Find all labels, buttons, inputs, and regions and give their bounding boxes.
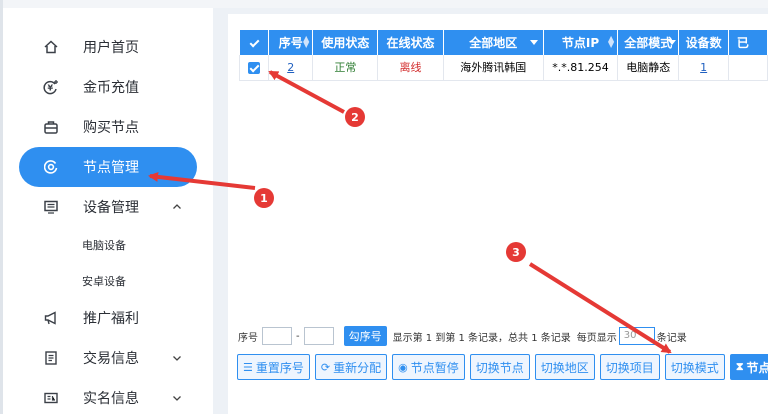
sort-icon: ▲ ▼ (607, 34, 615, 49)
node-pause-button[interactable]: ◉ 节点暂停 (392, 354, 465, 380)
list-icon: ☰ (243, 360, 253, 374)
row-use-status: 正常 (312, 55, 379, 81)
switch-mode-button[interactable]: 切换模式 (664, 354, 725, 380)
sidebar-item-real-name[interactable]: 实名信息 (19, 378, 197, 414)
action-toolbar: ☰ 重置序号 ⟳ 重新分配 ◉ 节点暂停 切换节点 切换地区 切换项目 切换模式… (237, 354, 768, 380)
sidebar-subitem-pc-device[interactable]: 电脑设备 (82, 237, 126, 253)
per-page-select[interactable]: 30 (618, 327, 655, 345)
sidebar-item-label: 金币充值 (83, 80, 139, 96)
seq-start-input[interactable] (262, 327, 292, 345)
page-summary: 显示第 1 到第 1 条记录，总共 1 条记录 (392, 332, 571, 344)
monitor-icon (43, 199, 59, 215)
sidebar-item-node-manage[interactable]: 节点管理 (19, 147, 197, 187)
row-checkbox[interactable] (248, 61, 261, 74)
switch-node-button[interactable]: 切换节点 (469, 354, 530, 380)
header-region-filter[interactable]: 全部地区 (443, 30, 544, 55)
sidebar-item-label: 交易信息 (83, 351, 139, 367)
sidebar-item-promotion[interactable]: 推广福利 (19, 298, 197, 338)
sidebar: 用户首页 ¥ 金币充值 购买节点 节点管理 设备管理 电脑设备 安卓设备 推广福… (3, 8, 213, 414)
refresh-icon: ⟳ (320, 360, 331, 374)
row-ip: *.*.81.254 (542, 55, 619, 81)
sort-icon: ▲ ▼ (303, 34, 310, 49)
sidebar-subitem-android-device[interactable]: 安卓设备 (82, 273, 126, 289)
target-icon (43, 159, 59, 175)
sidebar-item-label: 设备管理 (83, 200, 139, 216)
check-seq-button[interactable]: 勾序号 (343, 326, 387, 346)
reassign-button[interactable]: ⟳ 重新分配 (314, 354, 388, 380)
bag-icon (43, 119, 59, 135)
chevron-down-icon[interactable] (169, 390, 185, 406)
coin-icon: ¥ (43, 79, 59, 95)
sidebar-item-transactions[interactable]: 交易信息 (19, 338, 197, 378)
switch-project-button[interactable]: 切换项目 (599, 354, 660, 380)
svg-text:¥: ¥ (48, 84, 54, 93)
row-region: 海外腾讯韩国 (442, 55, 544, 81)
sidebar-item-label: 用户首页 (83, 40, 139, 56)
dropdown-caret-icon (529, 40, 538, 45)
document-icon (43, 350, 59, 366)
reset-index-button[interactable]: ☰ 重置序号 (237, 354, 310, 380)
sidebar-item-label: 实名信息 (83, 391, 139, 407)
main-content: 序号 ▲ ▼ 使用状态 在线状态 全部地区 节点IP ▲ ▼ 全部模式 设备数 已 2 … (228, 14, 768, 414)
sidebar-item-recharge[interactable]: ¥ 金币充值 (19, 67, 197, 107)
header-mode-filter[interactable]: 全部模式 (617, 30, 680, 55)
sidebar-item-label: 节点管理 (83, 160, 139, 176)
header-online-status[interactable]: 在线状态 (377, 30, 444, 55)
chevron-down-icon[interactable] (169, 350, 185, 366)
header-use-status[interactable]: 使用状态 (312, 30, 379, 55)
table-row: 2 正常 离线 海外腾讯韩国 *.*.81.254 电脑静态 1 (238, 55, 768, 81)
row-select-cell[interactable] (238, 55, 270, 81)
seq-label: 序号 (238, 332, 258, 344)
node-action-button[interactable]: ⧗ 节点 (729, 354, 768, 380)
records-suffix: 条记录 (656, 332, 687, 344)
seq-dash: - (296, 330, 300, 342)
table-header-row: 序号 ▲ ▼ 使用状态 在线状态 全部地区 节点IP ▲ ▼ 全部模式 设备数 已 (239, 30, 768, 55)
sidebar-item-home[interactable]: 用户首页 (19, 27, 197, 67)
megaphone-icon (43, 310, 59, 326)
top-bar (0, 0, 768, 8)
select-all-checkbox[interactable] (247, 37, 260, 49)
sidebar-item-device-manage[interactable]: 设备管理 (19, 187, 197, 227)
sidebar-item-label: 购买节点 (83, 120, 139, 136)
dropdown-caret-icon (668, 40, 677, 45)
home-icon (43, 39, 59, 55)
seq-end-input[interactable] (303, 327, 334, 345)
header-select-all[interactable] (239, 30, 270, 55)
sidebar-item-label: 推广福利 (83, 311, 139, 327)
row-index[interactable]: 2 (268, 55, 314, 81)
switch-region-button[interactable]: 切换地区 (534, 354, 595, 380)
chevron-up-icon[interactable] (169, 199, 185, 215)
header-index[interactable]: 序号 ▲ ▼ (268, 30, 314, 55)
id-card-icon (43, 390, 59, 406)
header-cut-off[interactable]: 已 (728, 30, 768, 55)
pager: 序号 - 勾序号 显示第 1 到第 1 条记录，总共 1 条记录 每页显示 30… (238, 326, 687, 346)
row-mode: 电脑静态 (617, 55, 680, 81)
pause-circle-icon: ◉ (398, 360, 408, 374)
row-online-status: 离线 (377, 55, 444, 81)
node-table: 序号 ▲ ▼ 使用状态 在线状态 全部地区 节点IP ▲ ▼ 全部模式 设备数 已 2 … (238, 30, 768, 81)
per-page-label: 每页显示 (576, 332, 617, 344)
row-device-count[interactable]: 1 (678, 55, 729, 81)
sidebar-item-buy-node[interactable]: 购买节点 (19, 107, 197, 147)
header-device-count[interactable]: 设备数 (678, 30, 729, 55)
hourglass-icon: ⧗ (735, 360, 744, 373)
header-node-ip[interactable]: 节点IP ▲ ▼ (543, 30, 619, 55)
row-extra (727, 55, 768, 81)
